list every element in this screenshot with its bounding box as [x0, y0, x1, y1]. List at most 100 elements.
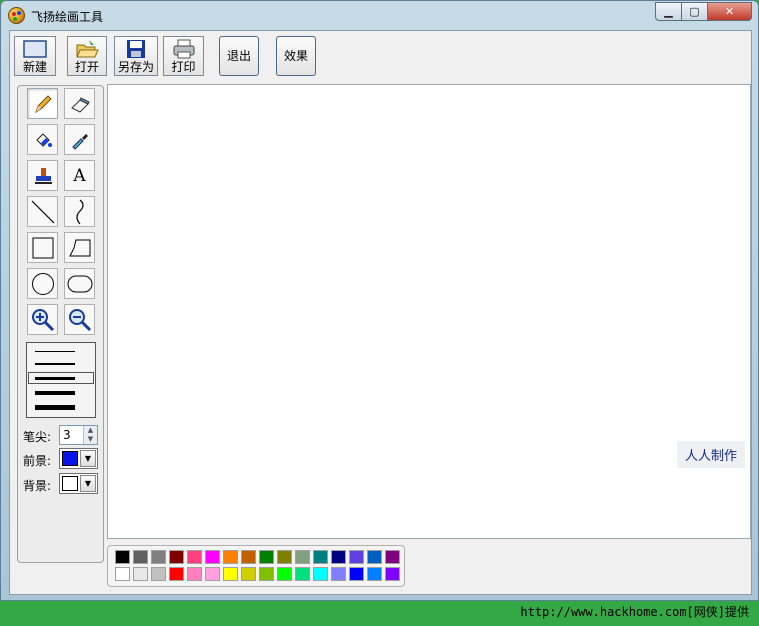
- palette-swatch[interactable]: [115, 550, 130, 564]
- save-as-label: 另存为: [117, 60, 154, 74]
- maximize-button[interactable]: ▢: [681, 2, 708, 21]
- palette-app-icon: [8, 7, 25, 24]
- palette-swatch[interactable]: [313, 550, 328, 564]
- palette-swatch[interactable]: [133, 550, 148, 564]
- line-width-3[interactable]: [35, 377, 75, 380]
- palette-swatch[interactable]: [115, 567, 130, 581]
- polygon-tool[interactable]: [64, 232, 95, 263]
- minimize-button[interactable]: ▁: [655, 2, 682, 21]
- palette-swatch[interactable]: [277, 567, 292, 581]
- pencil-tool[interactable]: [27, 88, 58, 119]
- credit-label: 人人制作: [676, 441, 745, 468]
- palette-swatch[interactable]: [349, 550, 364, 564]
- watermark: http://www.hackhome.com[网侠]提供: [520, 605, 749, 619]
- text-tool[interactable]: A: [64, 160, 95, 191]
- pen-size-label: 笔尖:: [23, 430, 52, 444]
- palette-swatch[interactable]: [313, 567, 328, 581]
- ellipse-icon: [31, 272, 54, 295]
- line-width-2[interactable]: [35, 363, 75, 365]
- zoom-out-icon: [68, 308, 91, 331]
- printer-icon: [172, 39, 196, 59]
- paint-bucket-icon: [35, 132, 52, 147]
- open-folder-icon: [75, 39, 99, 59]
- palette-swatch[interactable]: [259, 567, 274, 581]
- palette-swatch[interactable]: [331, 550, 346, 564]
- palette-swatch[interactable]: [349, 567, 364, 581]
- palette-swatch[interactable]: [295, 550, 310, 564]
- line-icon: [31, 200, 54, 223]
- palette-swatch[interactable]: [169, 567, 184, 581]
- palette-swatch[interactable]: [151, 567, 166, 581]
- curve-icon: [75, 199, 84, 224]
- minimize-icon: ▁: [664, 5, 673, 18]
- rounded-rect-icon: [67, 275, 92, 292]
- palette-swatch[interactable]: [331, 567, 346, 581]
- background-swatch: [62, 476, 78, 491]
- palette-swatch[interactable]: [223, 550, 238, 564]
- palette-swatch[interactable]: [385, 550, 400, 564]
- open-button[interactable]: 打开: [67, 36, 107, 76]
- new-document-icon: [23, 39, 47, 59]
- line-width-selector[interactable]: [26, 342, 96, 418]
- print-button[interactable]: 打印: [163, 36, 204, 76]
- client-area: 新建 打开 另存为 打印 退出 效果 A 笔尖: 3 ▲ ▼ 前景: ▼ 背景:…: [9, 30, 752, 595]
- rounded-rect-tool[interactable]: [64, 268, 95, 299]
- close-button[interactable]: ✕: [707, 2, 752, 21]
- line-width-5[interactable]: [35, 405, 75, 410]
- palette-swatch[interactable]: [187, 567, 202, 581]
- palette-swatch[interactable]: [241, 567, 256, 581]
- spin-down-icon[interactable]: ▼: [88, 435, 93, 443]
- palette-swatch[interactable]: [151, 550, 166, 564]
- palette-swatch[interactable]: [277, 550, 292, 564]
- curve-tool[interactable]: [64, 196, 95, 227]
- title-bar[interactable]: 飞扬绘画工具 ▁ ▢ ✕: [1, 1, 758, 29]
- palette-swatch[interactable]: [259, 550, 274, 564]
- pen-size-stepper[interactable]: 3 ▲ ▼: [59, 425, 98, 445]
- palette-swatch[interactable]: [223, 567, 238, 581]
- palette-swatch[interactable]: [295, 567, 310, 581]
- stamp-tool[interactable]: [27, 160, 58, 191]
- save-as-button[interactable]: 另存为: [114, 36, 158, 76]
- background-color-select[interactable]: ▼: [59, 473, 98, 494]
- foreground-color-select[interactable]: ▼: [59, 448, 98, 469]
- zoom-in-tool[interactable]: [27, 304, 58, 335]
- palette-swatch[interactable]: [367, 567, 382, 581]
- effect-button[interactable]: 效果: [276, 36, 316, 76]
- zoom-out-tool[interactable]: [64, 304, 95, 335]
- color-palette: [107, 545, 405, 587]
- fill-tool[interactable]: [27, 124, 58, 155]
- foreground-label: 前景:: [23, 454, 52, 468]
- palette-swatch[interactable]: [205, 567, 220, 581]
- palette-swatch[interactable]: [241, 550, 256, 564]
- pen-size-value: 3: [63, 428, 71, 442]
- text-icon: A: [73, 165, 86, 186]
- exit-label: 退出: [226, 48, 251, 63]
- color-picker-tool[interactable]: [64, 124, 95, 155]
- palette-swatch[interactable]: [187, 550, 202, 564]
- effect-label: 效果: [283, 48, 308, 63]
- new-button[interactable]: 新建: [14, 36, 56, 76]
- window-title: 飞扬绘画工具: [31, 10, 104, 24]
- palette-swatch[interactable]: [205, 550, 220, 564]
- chevron-down-icon[interactable]: ▼: [80, 450, 96, 467]
- chevron-down-icon[interactable]: ▼: [80, 475, 96, 492]
- palette-swatch[interactable]: [367, 550, 382, 564]
- exit-button[interactable]: 退出: [219, 36, 259, 76]
- palette-swatch[interactable]: [385, 567, 400, 581]
- tool-panel: A 笔尖: 3 ▲ ▼ 前景: ▼ 背景: ▼: [17, 85, 104, 563]
- palette-swatch[interactable]: [133, 567, 148, 581]
- ellipse-tool[interactable]: [27, 268, 58, 299]
- line-tool[interactable]: [27, 196, 58, 227]
- eraser-icon: [70, 96, 90, 113]
- line-width-1[interactable]: [35, 351, 75, 352]
- line-width-4[interactable]: [35, 391, 75, 395]
- stepper-arrows[interactable]: ▲ ▼: [83, 426, 97, 444]
- drawing-canvas[interactable]: 人人制作: [107, 84, 751, 539]
- rectangle-icon: [32, 237, 53, 258]
- spin-up-icon[interactable]: ▲: [88, 426, 93, 434]
- eraser-tool[interactable]: [64, 88, 95, 119]
- close-icon: ✕: [724, 5, 735, 18]
- rectangle-tool[interactable]: [27, 232, 58, 263]
- app-window: 飞扬绘画工具 ▁ ▢ ✕ 新建 打开 另存为 打印 退出 效果 A 笔尖: 3 …: [0, 0, 759, 601]
- palette-swatch[interactable]: [169, 550, 184, 564]
